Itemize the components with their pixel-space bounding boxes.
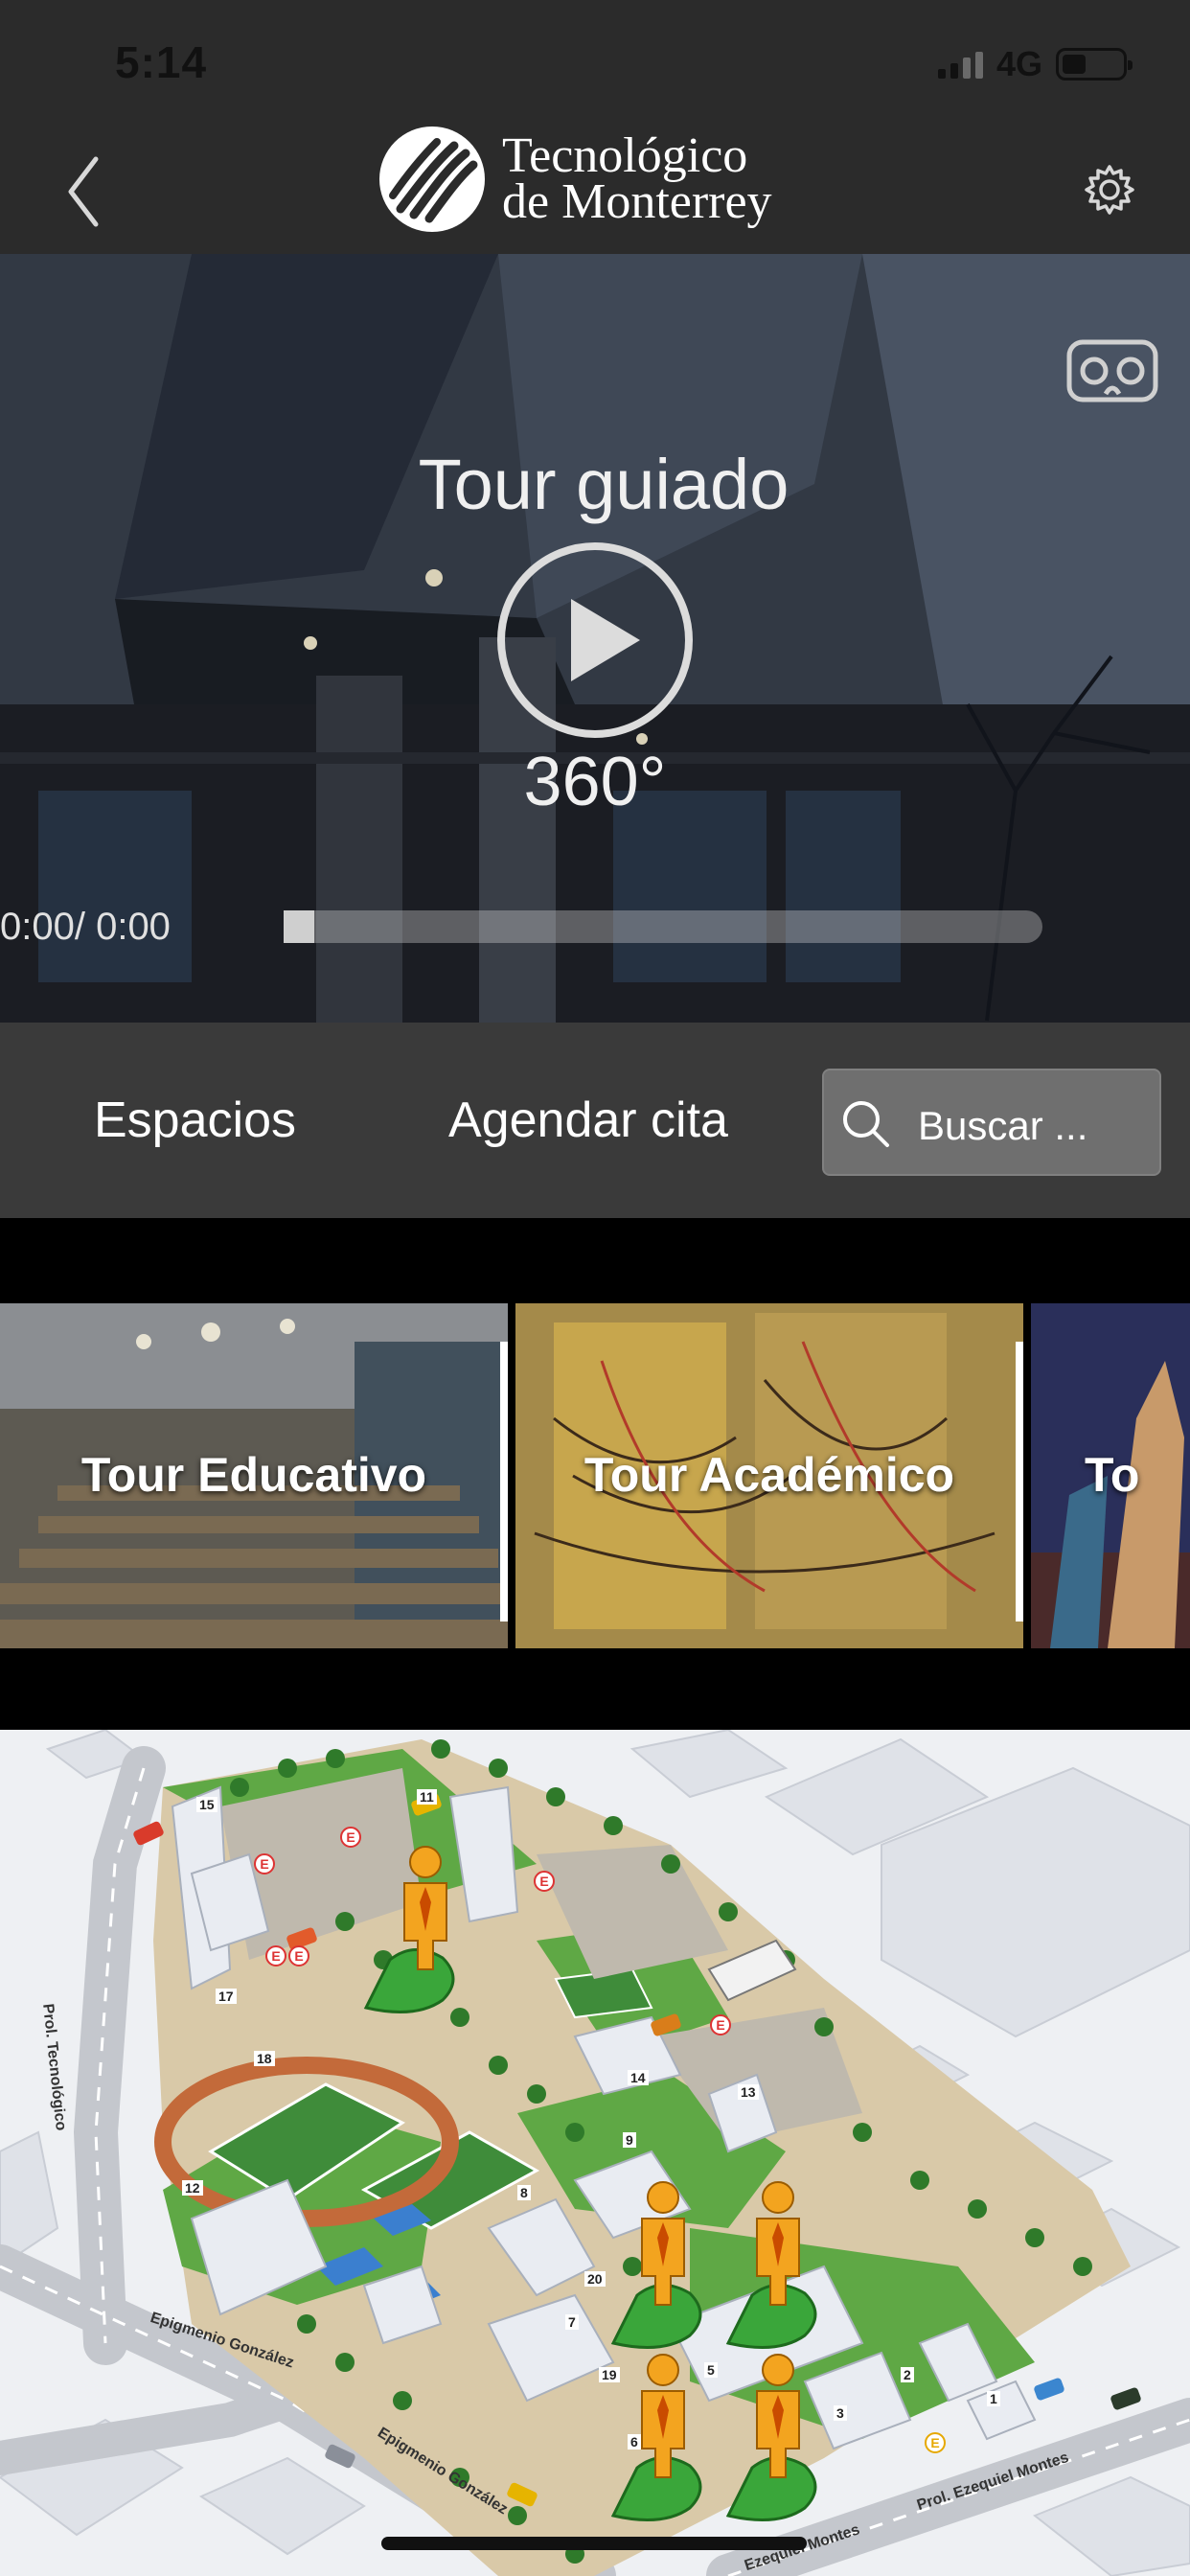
appointment-link[interactable]: Agendar cita [448,1092,728,1149]
status-time: 5:14 [115,37,208,87]
action-bar: Espacios Agendar cita Buscar ... [0,1023,1190,1218]
svg-text:E: E [539,1874,548,1889]
building-number: 7 [565,2314,579,2330]
building-number: 1 [987,2391,1000,2406]
svg-text:E: E [260,1856,268,1872]
play-icon[interactable] [494,540,696,741]
tour-label: Tour Educativo [80,1448,427,1502]
progress-knob[interactable] [284,910,314,943]
svg-text:E: E [930,2435,939,2450]
time-readout: 0:00/ 0:00 [0,906,171,948]
signal-icon [937,50,983,79]
tour-card-academico[interactable]: Tour Académico [515,1303,1023,1648]
svg-text:E: E [294,1948,303,1964]
person-location-pin-icon[interactable] [719,2353,834,2535]
svg-text:E: E [346,1829,355,1845]
svg-text:E: E [271,1948,280,1964]
search-input[interactable]: Buscar ... [822,1069,1161,1176]
360-label: 360° [523,744,667,820]
vr-headset-icon[interactable] [1065,336,1159,405]
network-label: 4G [995,44,1042,83]
building-number: 17 [216,1989,237,2004]
svg-text:E: E [716,2017,724,2033]
logo-line-2: de Monterrey [502,174,772,229]
card-separator [500,1342,508,1622]
campus-map-illustration: E E E E E E E [0,1730,1190,2576]
home-indicator[interactable] [381,2537,807,2550]
tour-title: Tour guiado [418,445,790,524]
tour-label: To [1085,1448,1140,1502]
building-number: 15 [196,1797,217,1812]
building-number: 13 [738,2084,759,2100]
gear-icon[interactable] [1083,163,1136,217]
video-progress-bar[interactable] [284,910,1042,943]
building-number: 12 [182,2180,203,2196]
building-number: 18 [254,2051,275,2066]
tours-carousel[interactable]: Tour Educativo Tour Académico To [0,1303,1190,1648]
card-separator [1016,1342,1023,1622]
tour-label: Tour Académico [584,1448,955,1502]
campus-map[interactable]: E E E E E E E Prol. Tecnológico Epigmeni… [0,1730,1190,2576]
status-indicators: 4G [937,44,1133,84]
tour-video-player[interactable]: Tour guiado 360° 0:00/ 0:00 [0,254,1190,1023]
person-location-pin-icon[interactable] [604,2180,719,2362]
person-location-pin-icon[interactable] [356,1845,471,2027]
building-number: 14 [628,2070,649,2085]
spaces-link[interactable]: Espacios [94,1092,296,1149]
building-number: 20 [584,2271,606,2287]
logo-line-1: Tecnológico [502,128,748,183]
person-location-pin-icon[interactable] [719,2180,834,2362]
search-icon [843,1101,889,1147]
top-bar: 5:14 4G Tecnológico de Monterrey [0,0,1190,254]
back-button[interactable] [61,153,109,230]
building-number: 9 [623,2132,636,2148]
building-number: 2 [901,2367,914,2382]
brand-logo: Tecnológico de Monterrey [379,126,772,232]
battery-icon [1056,48,1133,80]
building-number: 3 [834,2405,847,2421]
search-placeholder: Buscar ... [918,1103,1088,1148]
person-location-pin-icon[interactable] [604,2353,719,2535]
building-number: 8 [517,2185,531,2200]
tour-card-third[interactable]: To [1031,1303,1190,1648]
logo-text: Tecnológico de Monterrey [502,128,772,229]
tour-card-educativo[interactable]: Tour Educativo [0,1303,508,1648]
logo-mark-icon [379,126,485,232]
building-number: 11 [417,1789,437,1805]
